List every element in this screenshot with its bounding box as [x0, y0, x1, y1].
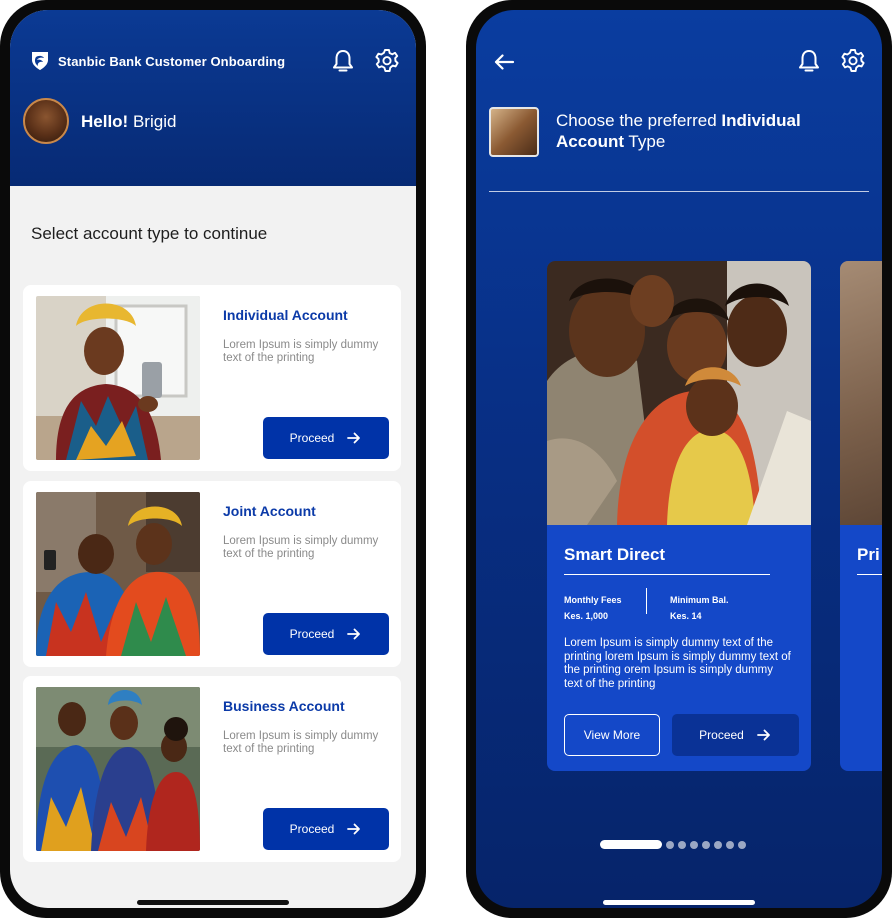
business-account-photo [36, 687, 200, 851]
account-title: Business Account [223, 698, 345, 714]
bell-icon[interactable] [330, 48, 356, 74]
joint-account-photo [36, 492, 200, 656]
product-card-smart-direct[interactable]: Smart Direct Monthly Fees Kes. 1,000 Min… [547, 261, 811, 771]
choose-prompt: Choose the preferred Individual Account … [556, 110, 846, 152]
pagination-dot[interactable] [678, 840, 686, 849]
account-title: Joint Account [223, 503, 316, 519]
section-title: Select account type to continue [31, 224, 268, 243]
prompt-suffix: Type [624, 132, 666, 151]
proceed-button-business[interactable]: Proceed [263, 808, 389, 850]
meta-separator [646, 588, 647, 614]
next-product-title: Pri [857, 545, 880, 564]
app-header: Stanbic Bank Customer Onboarding Hello! … [10, 10, 416, 186]
monthly-fees-label: Monthly Fees [564, 595, 622, 605]
proceed-label: Proceed [289, 431, 335, 445]
arrow-right-icon [347, 628, 361, 640]
arrow-right-icon [756, 729, 770, 741]
product-select-screen: Choose the preferred Individual Account … [476, 10, 882, 908]
product-title: Smart Direct [564, 545, 666, 564]
phone-frame-account-types: Stanbic Bank Customer Onboarding Hello! … [0, 0, 426, 918]
individual-account-photo [36, 296, 200, 460]
product-description: Lorem Ipsum is simply dummy text of the … [564, 637, 791, 690]
family-photo [547, 261, 811, 525]
view-more-label: View More [583, 728, 641, 742]
proceed-button-individual[interactable]: Proceed [263, 417, 389, 459]
proceed-label: Proceed [289, 822, 335, 836]
user-avatar[interactable] [23, 98, 69, 144]
gear-icon[interactable] [374, 48, 400, 74]
phone-frame-product-select: Choose the preferred Individual Account … [466, 0, 892, 918]
pagination-dot[interactable] [666, 840, 674, 849]
product-title-underline [564, 574, 770, 575]
carousel-pagination [600, 840, 746, 849]
home-indicator[interactable] [137, 900, 289, 905]
greeting-prefix: Hello! [81, 112, 129, 131]
user-avatar[interactable] [489, 107, 539, 157]
header-divider [489, 191, 869, 192]
home-indicator[interactable] [603, 900, 755, 905]
account-card-individual[interactable]: Individual Account Lorem Ipsum is simply… [23, 285, 401, 471]
minimum-balance-value: Kes. 14 [670, 611, 702, 621]
brand: Stanbic Bank Customer Onboarding [30, 50, 285, 72]
view-more-button[interactable]: View More [564, 714, 660, 756]
pagination-dot[interactable] [726, 840, 734, 849]
monthly-fees-value: Kes. 1,000 [564, 611, 609, 621]
arrow-right-icon [347, 823, 361, 835]
proceed-label: Proceed [699, 728, 744, 742]
account-description: Lorem Ipsum is simply dummy text of the … [223, 535, 379, 560]
greeting: Hello! Brigid [81, 112, 176, 132]
account-title: Individual Account [223, 307, 348, 323]
pagination-dot[interactable] [690, 840, 698, 849]
pagination-dot-active[interactable] [600, 840, 662, 849]
pagination-dot[interactable] [714, 840, 722, 849]
bell-icon[interactable] [796, 48, 822, 74]
account-card-joint[interactable]: Joint Account Lorem Ipsum is simply dumm… [23, 481, 401, 667]
pagination-dot[interactable] [738, 840, 746, 849]
stanbic-shield-icon [32, 52, 48, 70]
proceed-label: Proceed [289, 627, 335, 641]
app-title: Stanbic Bank Customer Onboarding [58, 53, 286, 69]
next-product-photo [840, 261, 882, 525]
minimum-balance-label: Minimum Bal. [670, 595, 729, 605]
product-card-next-peek[interactable]: Pri [840, 261, 882, 771]
account-description: Lorem Ipsum is simply dummy text of the … [223, 730, 379, 755]
arrow-right-icon [347, 432, 361, 444]
account-description: Lorem Ipsum is simply dummy text of the … [223, 339, 379, 364]
pagination-dot[interactable] [702, 840, 710, 849]
prompt-prefix: Choose the preferred [556, 111, 722, 130]
next-product-underline [857, 574, 882, 575]
proceed-button-joint[interactable]: Proceed [263, 613, 389, 655]
arrow-left-icon[interactable] [492, 50, 516, 74]
gear-icon[interactable] [840, 48, 866, 74]
proceed-button[interactable]: Proceed [672, 714, 799, 756]
user-name: Brigid [132, 112, 177, 131]
account-card-business[interactable]: Business Account Lorem Ipsum is simply d… [23, 676, 401, 862]
account-type-screen: Stanbic Bank Customer Onboarding Hello! … [10, 10, 416, 908]
